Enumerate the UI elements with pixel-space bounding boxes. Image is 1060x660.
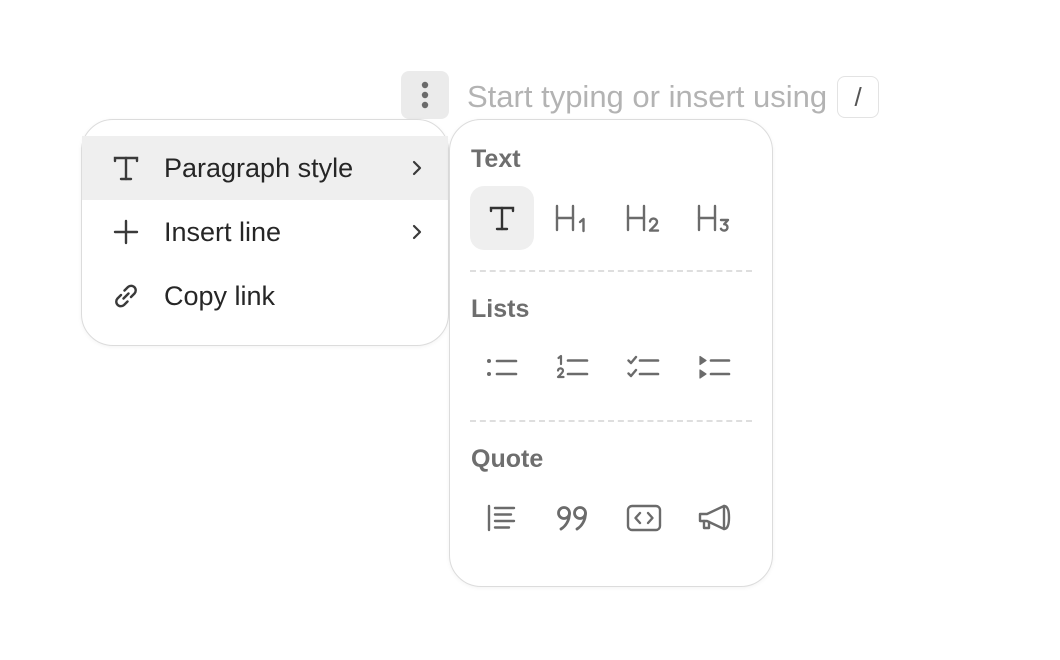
link-icon <box>110 280 142 312</box>
heading-2-button[interactable] <box>612 186 676 250</box>
block-handle-button[interactable] <box>401 71 449 119</box>
section-title-lists: Lists <box>471 295 530 323</box>
heading-1-button[interactable] <box>541 186 605 250</box>
section-divider <box>470 420 752 422</box>
vertical-dots-icon <box>421 81 429 109</box>
callout-icon <box>698 504 731 531</box>
section-divider <box>470 270 752 272</box>
heading-3-button[interactable] <box>683 186 747 250</box>
section-title-text: Text <box>471 145 521 173</box>
paragraph-style-submenu: Text Lists Quote <box>449 119 773 587</box>
toggle-list-button[interactable] <box>683 336 747 400</box>
code-block-button[interactable] <box>612 486 676 550</box>
chevron-right-icon <box>408 159 426 177</box>
toggle-list-icon <box>699 355 731 379</box>
editor-placeholder[interactable]: Start typing or insert using / <box>467 76 880 118</box>
slash-shortcut-key: / <box>837 76 880 118</box>
block-options-menu: Paragraph style Insert line Copy link <box>81 119 449 346</box>
menu-item-paragraph-style[interactable]: Paragraph style <box>82 136 448 200</box>
text-style-row <box>470 186 752 250</box>
numbered-list-icon <box>556 354 589 379</box>
plus-icon <box>110 216 142 248</box>
section-title-quote: Quote <box>471 445 544 473</box>
numbered-list-button[interactable] <box>541 336 605 400</box>
paragraph-button[interactable] <box>470 186 534 250</box>
checklist-button[interactable] <box>612 336 676 400</box>
menu-item-label: Paragraph style <box>164 152 354 183</box>
bullet-list-icon <box>487 359 518 376</box>
quote-icon <box>557 506 587 531</box>
callout-button[interactable] <box>683 486 747 550</box>
menu-item-label: Insert line <box>164 216 282 247</box>
text-style-icon <box>110 152 142 184</box>
quote-button[interactable] <box>541 486 605 550</box>
heading-3-icon <box>697 204 730 232</box>
checklist-icon <box>627 355 660 378</box>
blockquote-icon <box>487 504 516 532</box>
blockquote-button[interactable] <box>470 486 534 550</box>
quote-style-row <box>470 486 752 550</box>
menu-item-insert-line[interactable]: Insert line <box>82 200 448 264</box>
placeholder-text: Start typing or insert using <box>467 79 828 114</box>
paragraph-icon <box>489 206 515 231</box>
heading-2-icon <box>626 204 660 232</box>
menu-item-label: Copy link <box>164 280 276 311</box>
list-style-row <box>470 336 752 400</box>
heading-1-icon <box>555 204 585 233</box>
code-block-icon <box>626 504 662 532</box>
bullet-list-button[interactable] <box>470 336 534 400</box>
menu-item-copy-link[interactable]: Copy link <box>82 264 448 328</box>
chevron-right-icon <box>408 223 426 241</box>
